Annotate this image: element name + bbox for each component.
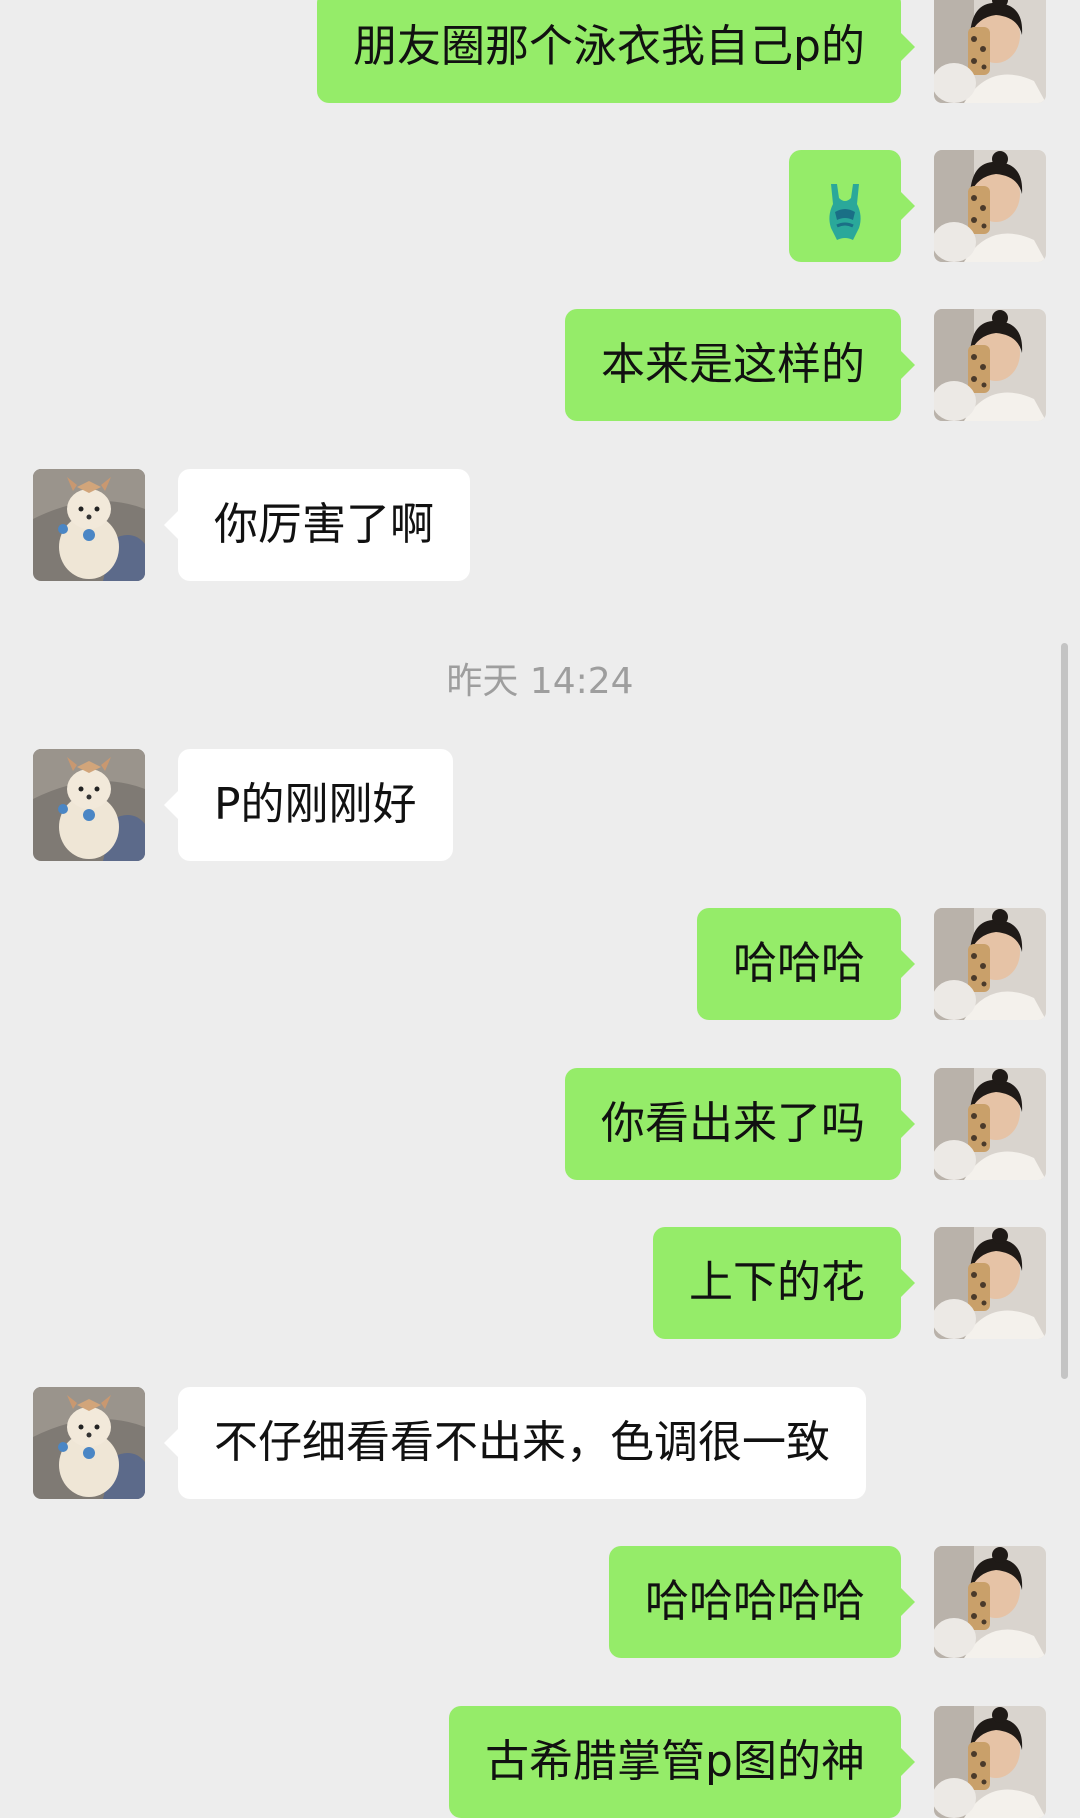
message-row: 你看出来了吗 <box>0 1068 1080 1180</box>
message-text: 不仔细看看不出来，色调很一致 <box>214 1417 830 1468</box>
my-avatar[interactable] <box>934 309 1046 421</box>
outgoing-message-bubble[interactable]: 哈哈哈哈哈 <box>609 1546 915 1658</box>
incoming-message-bubble[interactable]: 不仔细看看不出来，色调很一致 <box>164 1387 866 1499</box>
message-row: 哈哈哈哈哈 <box>0 1546 1080 1658</box>
outgoing-message-bubble[interactable]: 哈哈哈 <box>697 908 915 1020</box>
outgoing-message-bubble[interactable]: 古希腊掌管p图的神 <box>449 1706 915 1818</box>
my-avatar[interactable] <box>934 1546 1046 1658</box>
outgoing-message-bubble[interactable]: 上下的花 <box>653 1227 915 1339</box>
message-text: 哈哈哈 <box>733 938 865 989</box>
outgoing-message-bubble[interactable]: 本来是这样的 <box>565 309 915 421</box>
incoming-message-bubble[interactable]: P的刚刚好 <box>164 749 453 861</box>
message-row <box>0 150 1080 262</box>
contact-avatar[interactable] <box>33 469 145 581</box>
my-avatar[interactable] <box>934 150 1046 262</box>
my-avatar[interactable] <box>934 908 1046 1020</box>
message-text: 古希腊掌管p图的神 <box>485 1736 865 1787</box>
contact-avatar[interactable] <box>33 749 145 861</box>
contact-avatar[interactable] <box>33 1387 145 1499</box>
incoming-message-bubble[interactable]: 你厉害了啊 <box>164 469 470 581</box>
message-text: 你看出来了吗 <box>601 1098 865 1149</box>
message-row: 本来是这样的 <box>0 309 1080 421</box>
message-text: 哈哈哈哈哈 <box>645 1576 865 1627</box>
message-text: 上下的花 <box>689 1257 865 1308</box>
message-text: 你厉害了啊 <box>214 499 434 550</box>
message-text: 本来是这样的 <box>601 339 865 390</box>
message-row: 不仔细看看不出来，色调很一致 <box>0 1387 1080 1499</box>
outgoing-message-bubble[interactable] <box>789 150 915 262</box>
my-avatar[interactable] <box>934 1068 1046 1180</box>
outgoing-message-bubble[interactable]: 朋友圈那个泳衣我自己p的 <box>317 0 915 103</box>
swimsuit-icon <box>825 174 865 240</box>
my-avatar[interactable] <box>934 0 1046 103</box>
message-text: 朋友圈那个泳衣我自己p的 <box>353 21 865 72</box>
my-avatar[interactable] <box>934 1706 1046 1818</box>
message-text: P的刚刚好 <box>214 779 417 830</box>
message-row: 上下的花 <box>0 1227 1080 1339</box>
message-row: 朋友圈那个泳衣我自己p的 <box>0 0 1080 103</box>
chat-timestamp: 昨天 14:24 <box>446 661 634 702</box>
message-row: P的刚刚好 <box>0 749 1080 861</box>
my-avatar[interactable] <box>934 1227 1046 1339</box>
scrollbar[interactable] <box>1061 643 1068 1379</box>
outgoing-message-bubble[interactable]: 你看出来了吗 <box>565 1068 915 1180</box>
message-row: 你厉害了啊 <box>0 469 1080 581</box>
message-row: 古希腊掌管p图的神 <box>0 1706 1080 1818</box>
message-row: 哈哈哈 <box>0 908 1080 1020</box>
